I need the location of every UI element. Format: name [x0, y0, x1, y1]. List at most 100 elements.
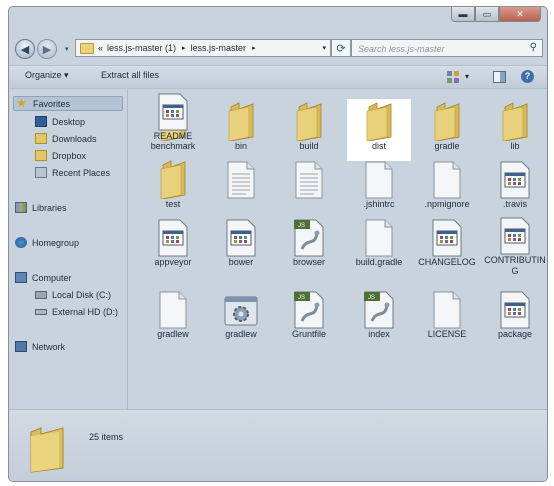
folder-item[interactable]: test — [141, 157, 205, 219]
file-name: LICENSE — [427, 329, 467, 339]
refresh-button[interactable]: ⟳ — [331, 39, 351, 57]
sidebar-item-label: Computer — [32, 272, 72, 283]
javascript-file-icon: JS — [287, 215, 331, 257]
back-arrow-icon: ◀ — [20, 43, 30, 56]
search-box[interactable]: ⚲ — [351, 39, 543, 57]
file-name: index — [368, 329, 390, 339]
breadcrumb-current[interactable]: less.js-master — [191, 43, 247, 53]
preview-pane-button[interactable] — [493, 70, 506, 83]
file-list-view: benchmark bin build dist gradle lib test .jshin… — [129, 89, 547, 409]
file-item[interactable]: gradlew — [141, 287, 205, 349]
file-item[interactable]: package — [483, 287, 547, 349]
blank-file-icon — [425, 157, 469, 199]
folder-icon — [287, 99, 331, 141]
file-item[interactable]: bower — [209, 215, 273, 277]
search-input[interactable] — [356, 41, 520, 57]
file-item[interactable] — [277, 157, 341, 219]
folder-icon — [219, 99, 263, 141]
file-item[interactable]: CONTRIBUTING — [483, 215, 547, 277]
sidebar-item-external-hd[interactable]: External HD (D:) — [35, 304, 118, 319]
text-file-icon — [287, 157, 331, 199]
document-file-icon — [219, 215, 263, 257]
file-name: bower — [228, 257, 254, 267]
file-item[interactable]: JS index — [347, 287, 411, 349]
sidebar-item-computer[interactable]: Computer — [15, 270, 72, 285]
path-overflow[interactable]: « — [98, 43, 103, 53]
sidebar-item-favorites[interactable]: ★ Favorites — [13, 96, 123, 111]
file-name: package — [497, 329, 533, 339]
file-name: gradlew — [225, 329, 257, 339]
back-button[interactable]: ◀ — [15, 39, 35, 59]
document-file-icon — [151, 89, 195, 131]
document-file-icon — [493, 215, 537, 255]
file-item[interactable]: .travis — [483, 157, 547, 219]
sidebar-item-label: Favorites — [33, 98, 71, 109]
recent-pages-button[interactable]: ▾ — [65, 45, 69, 53]
file-item[interactable]: CHANGELOG — [415, 215, 479, 277]
address-bar[interactable]: « less.js-master (1) ▸ less.js-master ▸ … — [75, 39, 331, 57]
file-item[interactable]: .npmignore — [415, 157, 479, 219]
file-name: .npmignore — [424, 199, 470, 209]
folder-item[interactable]: lib — [483, 99, 547, 161]
svg-text:JS: JS — [298, 295, 305, 301]
sidebar-item-desktop[interactable]: Desktop — [35, 114, 85, 129]
sidebar-item-downloads[interactable]: Downloads — [35, 131, 97, 146]
sidebar-item-homegroup[interactable]: Homegroup — [15, 235, 79, 250]
file-item[interactable]: LICENSE — [415, 287, 479, 349]
search-icon[interactable]: ⚲ — [530, 42, 537, 53]
file-item[interactable]: .jshintrc — [347, 157, 411, 219]
dropbox-folder-icon — [35, 150, 47, 161]
svg-text:JS: JS — [298, 223, 305, 229]
title-bar: ▬ ▭ ✕ — [9, 7, 547, 35]
file-item[interactable]: JS browser — [277, 215, 341, 277]
breadcrumb-parent[interactable]: less.js-master (1) — [107, 43, 176, 53]
navigation-bar: ◀ ▶ ▾ « less.js-master (1) ▸ less.js-mas… — [9, 35, 547, 61]
folder-icon — [357, 99, 401, 141]
file-item[interactable]: gradlew — [209, 287, 273, 349]
folder-item[interactable]: build — [277, 99, 341, 161]
maximize-button[interactable]: ▭ — [475, 7, 499, 22]
forward-button[interactable]: ▶ — [37, 39, 57, 59]
sidebar-item-label: External HD (D:) — [52, 306, 119, 317]
sidebar-item-recent-places[interactable]: Recent Places — [35, 165, 110, 180]
view-options-arrow[interactable]: ▾ — [465, 70, 469, 83]
homegroup-icon — [15, 237, 27, 248]
close-button[interactable]: ✕ — [499, 7, 541, 22]
breadcrumb-separator[interactable]: ▸ — [252, 44, 256, 52]
file-name: appveyor — [154, 257, 192, 267]
navigation-pane: ★ Favorites Desktop Downloads Dropbox Re… — [9, 89, 128, 409]
help-button[interactable]: ? — [521, 70, 534, 83]
refresh-icon: ⟳ — [336, 42, 346, 55]
document-file-icon — [151, 215, 195, 257]
minimize-button[interactable]: ▬ — [451, 7, 475, 22]
file-item[interactable]: build.gradle — [347, 215, 411, 277]
hard-drive-icon — [35, 290, 47, 299]
forward-arrow-icon: ▶ — [42, 43, 52, 56]
file-item[interactable]: README — [141, 89, 205, 151]
sidebar-item-dropbox[interactable]: Dropbox — [35, 148, 86, 163]
blank-file-icon — [425, 287, 469, 329]
change-view-button[interactable] — [447, 70, 459, 83]
folder-item[interactable]: gradle — [415, 99, 479, 161]
folder-item[interactable]: dist — [347, 99, 411, 161]
file-name: build.gradle — [355, 257, 403, 267]
file-item[interactable] — [209, 157, 273, 219]
file-name: lib — [510, 141, 520, 151]
sidebar-item-local-disk[interactable]: Local Disk (C:) — [35, 287, 111, 302]
extract-all-button[interactable]: Extract all files — [101, 70, 159, 80]
file-item[interactable]: JS Gruntfile — [277, 287, 341, 349]
file-item[interactable]: appveyor — [141, 215, 205, 277]
file-name: build — [299, 141, 319, 151]
file-name: .travis — [502, 199, 527, 209]
desktop-icon — [35, 116, 47, 127]
sidebar-item-label: Libraries — [32, 202, 67, 213]
text-file-icon — [219, 157, 263, 199]
folder-item[interactable]: bin — [209, 99, 273, 161]
address-dropdown[interactable]: ▾ — [322, 44, 326, 52]
folder-icon — [30, 427, 64, 473]
script-file-icon — [219, 287, 263, 329]
sidebar-item-network[interactable]: Network — [15, 339, 65, 354]
organize-button[interactable]: Organize ▾ — [25, 70, 69, 81]
sidebar-item-libraries[interactable]: Libraries — [15, 200, 67, 215]
breadcrumb-separator[interactable]: ▸ — [182, 44, 186, 52]
